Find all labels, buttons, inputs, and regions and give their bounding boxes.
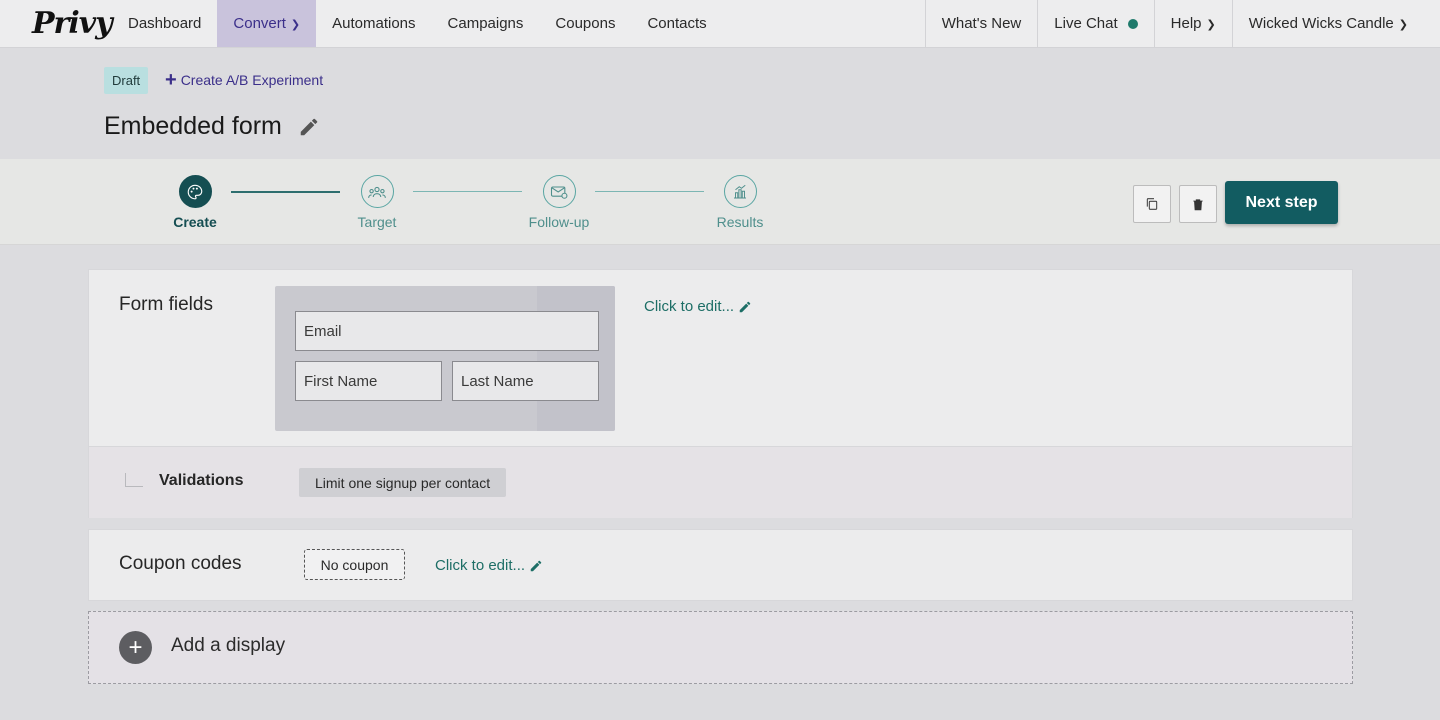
top-navigation: Privy Dashboard Convert ❯ Automations Cam… [0, 0, 1440, 48]
nav-dashboard-label: Dashboard [128, 15, 202, 32]
progress-stepper: Create Target Follow-up Results Next ste… [0, 159, 1440, 245]
nav-coupons[interactable]: Coupons [539, 0, 631, 47]
nav-contacts[interactable]: Contacts [631, 0, 722, 47]
nav-campaigns[interactable]: Campaigns [432, 0, 540, 47]
step-target[interactable]: Target [322, 175, 432, 230]
nav-convert-label: Convert [233, 15, 286, 32]
form-fields-card: Form fields Email First Name Last Name C… [88, 269, 1353, 518]
tree-connector [125, 473, 143, 487]
nav-automations-label: Automations [332, 15, 416, 32]
nav-dashboard[interactable]: Dashboard [112, 0, 217, 47]
last-name-field[interactable]: Last Name [452, 361, 599, 401]
palette-icon [178, 175, 212, 208]
email-field[interactable]: Email [295, 311, 599, 351]
step-results[interactable]: Results [685, 175, 795, 230]
chevron-down-icon: ❯ [290, 19, 301, 31]
duplicate-button[interactable] [1133, 185, 1171, 223]
validation-rule-chip[interactable]: Limit one signup per contact [299, 468, 507, 497]
nav-live-chat[interactable]: Live Chat [1037, 0, 1153, 47]
validations-row: Validations Limit one signup per contact [89, 446, 1352, 518]
live-chat-label: Live Chat [1054, 15, 1118, 32]
chevron-down-icon: ❯ [1206, 19, 1216, 31]
preview-shade [537, 286, 615, 431]
step-follow-up[interactable]: Follow-up [504, 175, 614, 230]
add-display-button[interactable]: + Add a display [88, 611, 1353, 684]
edit-link-label: Click to edit... [644, 298, 735, 315]
online-status-icon [1127, 18, 1138, 29]
nav-automations[interactable]: Automations [316, 0, 431, 47]
pencil-icon [530, 560, 542, 571]
step-label: Target [357, 214, 397, 230]
account-name: Wicked Wicks Candle [1248, 15, 1394, 32]
nav-account[interactable]: Wicked Wicks Candle ❯ [1231, 0, 1440, 47]
nav-convert[interactable]: Convert ❯ [217, 0, 317, 47]
nav-coupons-label: Coupons [555, 15, 616, 32]
pencil-icon[interactable] [298, 116, 320, 138]
step-label: Create [173, 214, 217, 230]
nav-help[interactable]: Help ❯ [1153, 0, 1232, 47]
step-create[interactable]: Create [140, 175, 250, 230]
coupon-select[interactable]: No coupon [304, 549, 405, 580]
page-header: Draft + Create A/B Experiment Embedded f… [0, 48, 1440, 159]
add-display-label: Add a display [171, 635, 286, 656]
status-badge: Draft [104, 67, 149, 94]
mail-icon [542, 175, 576, 208]
page-title-text: Embedded form [104, 112, 282, 140]
nav-contacts-label: Contacts [647, 15, 707, 32]
step-label: Follow-up [528, 214, 590, 230]
plus-icon: + [165, 69, 177, 91]
step-label: Results [716, 214, 764, 230]
edit-coupon-link[interactable]: Click to edit... [435, 557, 543, 574]
nav-whats-new[interactable]: What's New [924, 0, 1038, 47]
ab-link-label: Create A/B Experiment [180, 72, 324, 88]
page-title: Embedded form [104, 112, 320, 141]
section-title: Form fields [119, 294, 213, 315]
next-step-button[interactable]: Next step [1225, 181, 1338, 224]
first-name-field[interactable]: First Name [295, 361, 442, 401]
section-title: Coupon codes [119, 553, 242, 574]
form-preview[interactable]: Email First Name Last Name [275, 286, 615, 431]
copy-icon [1146, 198, 1158, 210]
create-ab-experiment-link[interactable]: + Create A/B Experiment [165, 69, 323, 91]
audience-icon [360, 175, 394, 208]
validations-label: Validations [159, 472, 244, 489]
whats-new-label: What's New [941, 15, 1022, 32]
delete-button[interactable] [1179, 185, 1217, 223]
nav-campaigns-label: Campaigns [447, 15, 524, 32]
help-label: Help [1170, 15, 1202, 32]
edit-link-label: Click to edit... [435, 557, 526, 574]
privy-logo[interactable]: Privy [0, 0, 113, 47]
add-circle-icon: + [119, 631, 152, 664]
pencil-icon [739, 301, 751, 312]
trash-icon [1193, 198, 1203, 210]
chart-icon [723, 175, 757, 208]
edit-form-fields-link[interactable]: Click to edit... [644, 298, 752, 315]
chevron-down-icon: ❯ [1398, 19, 1408, 31]
coupon-codes-card: Coupon codes No coupon Click to edit... [88, 529, 1353, 601]
